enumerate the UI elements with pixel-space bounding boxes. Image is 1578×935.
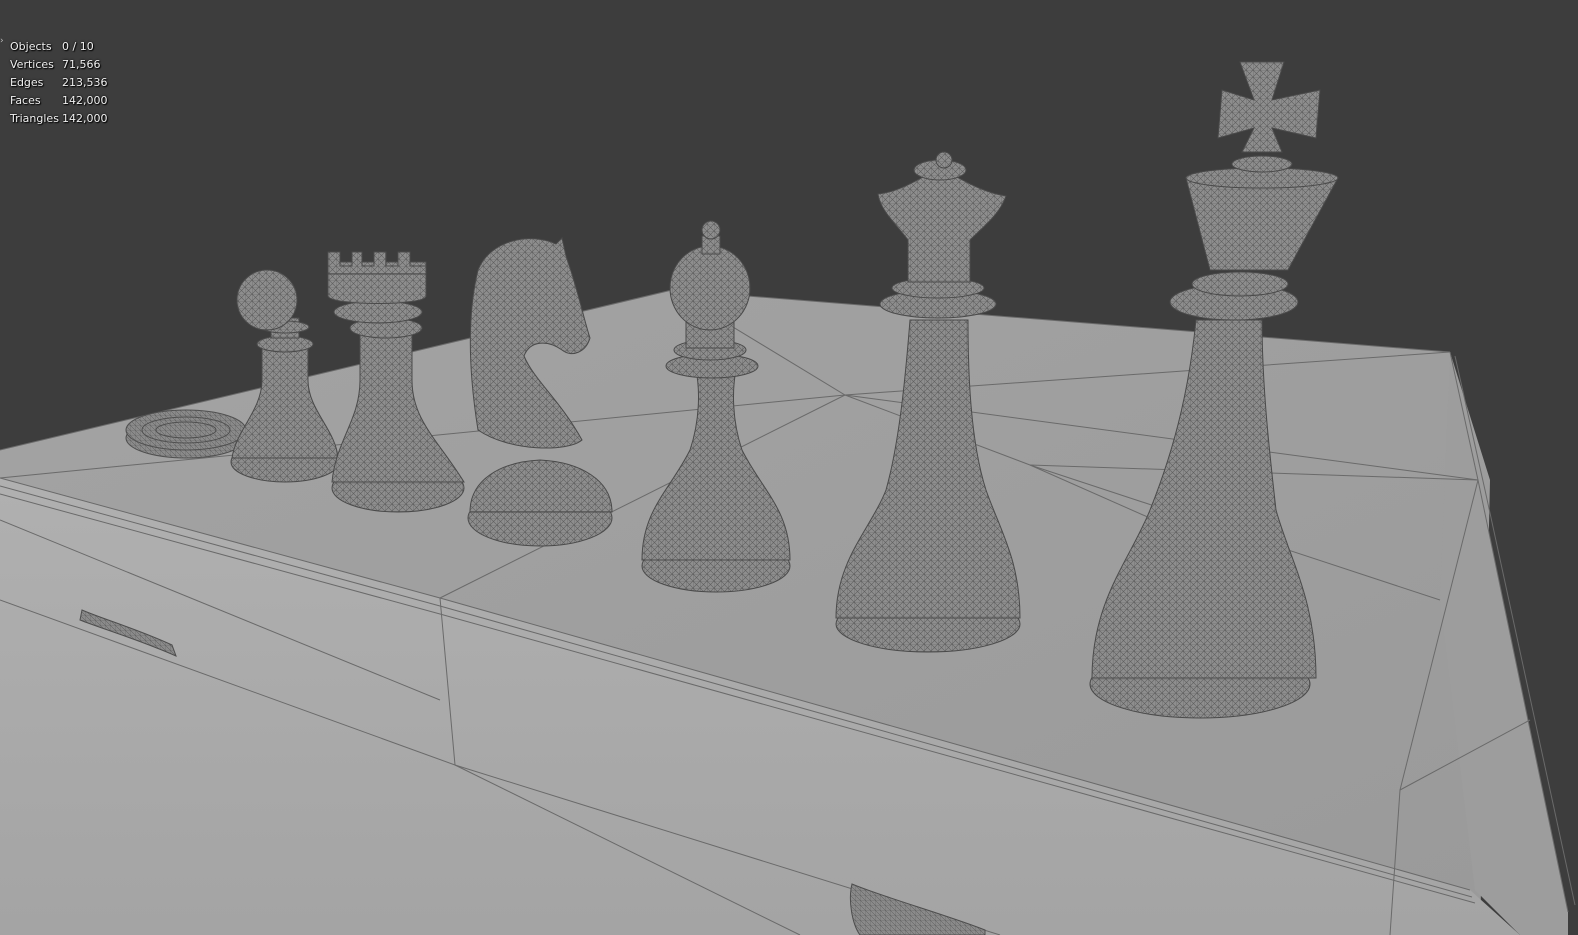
statistics-overlay: Objects 0 / 10 Vertices 71,566 Edges 213…: [10, 38, 108, 128]
chevron-right-icon[interactable]: ›: [0, 36, 6, 46]
stat-row-vertices: Vertices 71,566: [10, 56, 108, 74]
3d-viewport[interactable]: › Objects 0 / 10 Vertices 71,566 Edges 2…: [0, 0, 1578, 935]
stat-value: 142,000: [62, 94, 108, 107]
stat-row-edges: Edges 213,536: [10, 74, 108, 92]
checker-disc[interactable]: [125, 409, 247, 459]
stat-row-objects: Objects 0 / 10: [10, 38, 108, 56]
stat-row-faces: Faces 142,000: [10, 92, 108, 110]
stat-row-triangles: Triangles 142,000: [10, 110, 108, 128]
board[interactable]: [0, 289, 1576, 935]
stat-label: Vertices: [10, 58, 54, 71]
scene-render[interactable]: [0, 0, 1578, 935]
stat-value: 0 / 10: [62, 40, 94, 53]
stat-label: Objects: [10, 40, 52, 53]
stat-label: Faces: [10, 94, 41, 107]
stat-value: 142,000: [62, 112, 108, 125]
stat-value: 71,566: [62, 58, 101, 71]
stat-label: Edges: [10, 76, 44, 89]
stat-value: 213,536: [62, 76, 108, 89]
stat-label: Triangles: [10, 112, 59, 125]
